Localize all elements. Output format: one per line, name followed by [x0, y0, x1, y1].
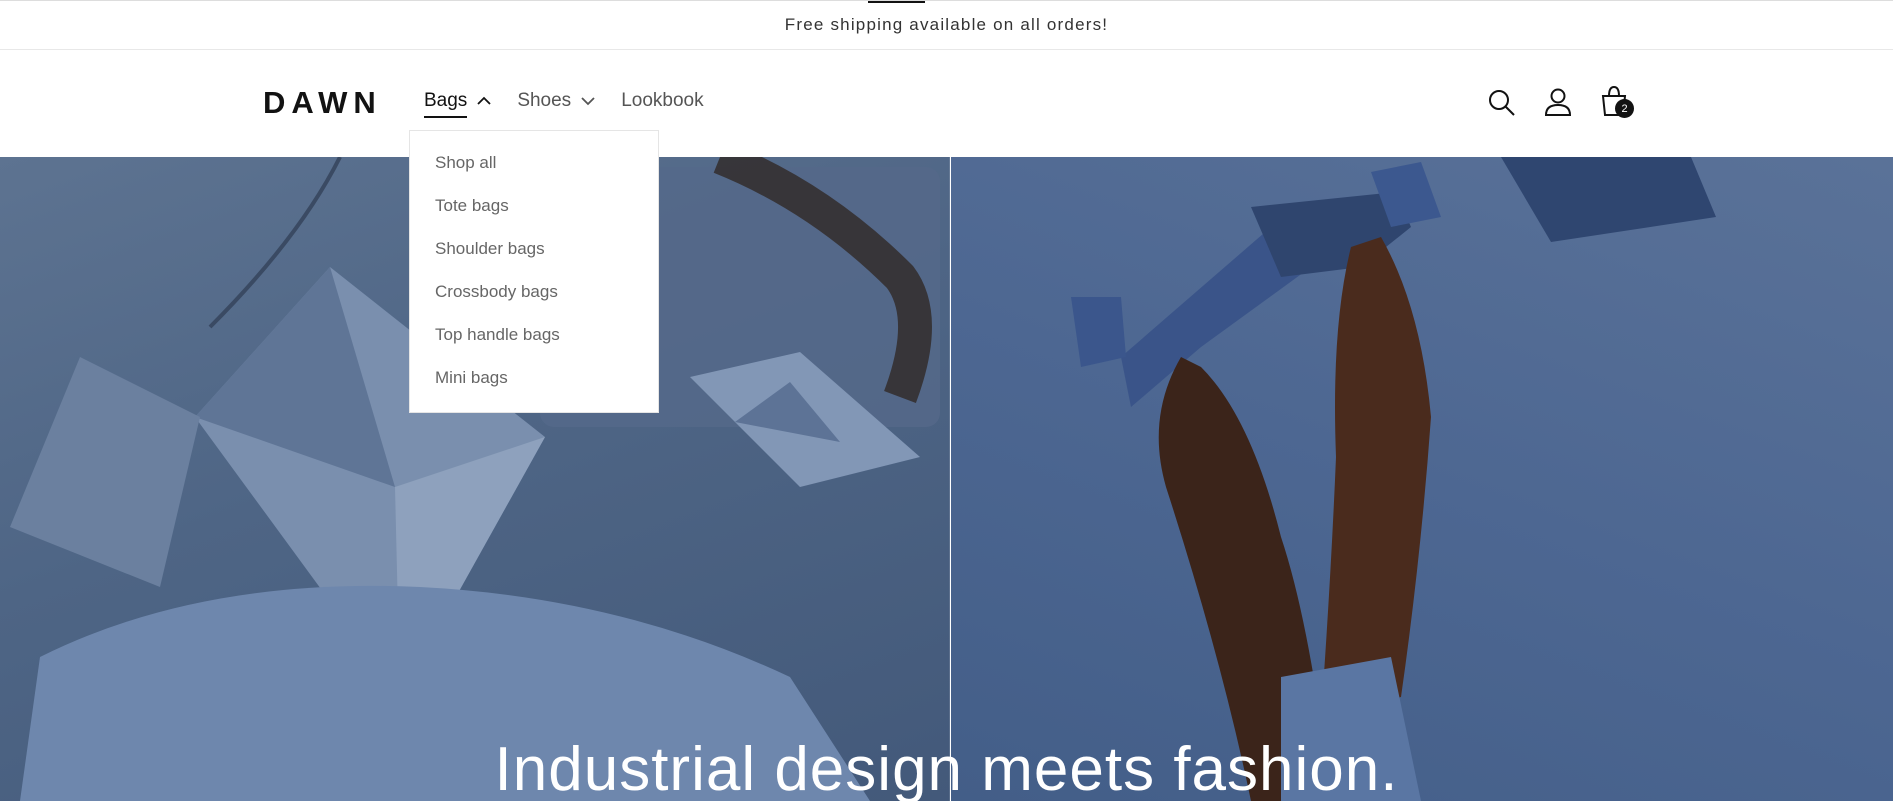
account-icon: [1544, 88, 1572, 116]
hero-banner: Industrial design meets fashion.: [0, 157, 1893, 801]
account-button[interactable]: [1543, 87, 1575, 119]
nav-label-bags: Bags: [424, 90, 468, 118]
announcement-bar: Free shipping available on all orders!: [0, 0, 1893, 50]
main-nav: Bags Shoes Lookbook: [424, 90, 730, 118]
cart-count-badge: 2: [1615, 99, 1634, 118]
hero-image-shoes: [951, 157, 1893, 801]
site-header: DAWN Bags Shoes Lookbook 2: [0, 50, 1893, 157]
dropdown-item-shoulder-bags[interactable]: Shoulder bags: [410, 235, 658, 278]
hero-title: Industrial design meets fashion.: [494, 735, 1399, 801]
search-button[interactable]: [1487, 88, 1519, 120]
nav-label-lookbook: Lookbook: [621, 90, 704, 111]
nav-label-shoes: Shoes: [517, 90, 572, 111]
hero-shoes-illustration: [1071, 157, 1716, 801]
chevron-down-icon: [581, 97, 595, 106]
nav-item-shoes[interactable]: Shoes: [517, 90, 595, 112]
bags-dropdown-menu: Shop all Tote bags Shoulder bags Crossbo…: [409, 130, 659, 413]
logo[interactable]: DAWN: [263, 85, 382, 121]
nav-item-bags[interactable]: Bags: [424, 90, 491, 118]
search-icon: [1489, 90, 1515, 116]
dropdown-item-crossbody-bags[interactable]: Crossbody bags: [410, 278, 658, 321]
dropdown-item-top-handle-bags[interactable]: Top handle bags: [410, 321, 658, 364]
dropdown-item-shop-all[interactable]: Shop all: [410, 149, 658, 192]
nav-item-lookbook[interactable]: Lookbook: [621, 90, 703, 112]
dropdown-item-mini-bags[interactable]: Mini bags: [410, 364, 658, 407]
chevron-up-icon: [477, 96, 491, 105]
announcement-indicator: [868, 1, 925, 3]
announcement-text: Free shipping available on all orders!: [784, 15, 1109, 34]
dropdown-item-tote-bags[interactable]: Tote bags: [410, 192, 658, 235]
